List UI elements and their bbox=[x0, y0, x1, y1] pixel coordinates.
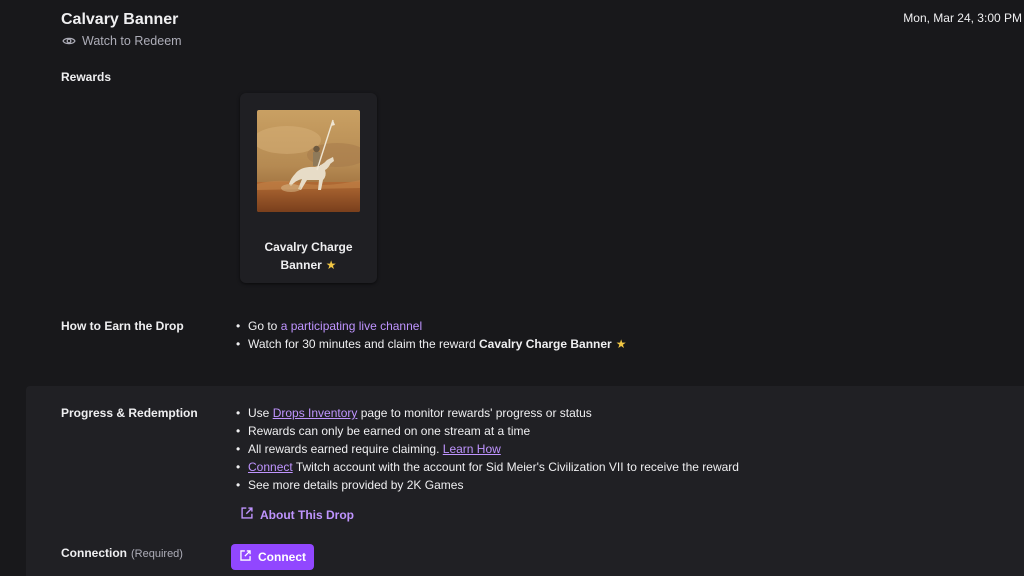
item1-prefix: Use bbox=[248, 406, 273, 420]
connection-title: Connection bbox=[61, 546, 127, 560]
connect-button-label: Connect bbox=[258, 550, 306, 564]
progress-label: Progress & Redemption bbox=[61, 406, 198, 420]
reward-name: Cavalry Charge Banner ★ bbox=[240, 238, 377, 274]
reward-name-line1: Cavalry Charge bbox=[264, 240, 353, 254]
list-item: See more details provided by 2K Games bbox=[234, 476, 739, 494]
reward-card: Cavalry Charge Banner ★ bbox=[240, 93, 377, 283]
drop-details-page: Calvary Banner Watch to Redeem Mon, Mar … bbox=[0, 0, 1024, 576]
drop-datetime: Mon, Mar 24, 3:00 PM bbox=[903, 11, 1022, 25]
item2-text: Rewards can only be earned on one stream… bbox=[248, 424, 531, 438]
list-item: Use Drops Inventory page to monitor rewa… bbox=[234, 404, 739, 422]
watch-to-redeem-label: Watch to Redeem bbox=[82, 34, 182, 48]
how-to-earn-list: Go to a participating live channel Watch… bbox=[234, 317, 627, 353]
about-this-drop-label: About This Drop bbox=[260, 507, 354, 522]
list-item: All rewards earned require claiming. Lea… bbox=[234, 440, 739, 458]
reward-image bbox=[257, 110, 360, 212]
item5-text: See more details provided by 2K Games bbox=[248, 478, 464, 492]
learn-how-link[interactable]: Learn How bbox=[443, 442, 501, 456]
connect-button[interactable]: Connect bbox=[231, 544, 314, 570]
how-to-earn-label: How to Earn the Drop bbox=[61, 319, 184, 333]
external-link-icon bbox=[240, 506, 254, 523]
eye-icon bbox=[62, 34, 76, 48]
list-item: Rewards can only be earned on one stream… bbox=[234, 422, 739, 440]
participating-channel-link[interactable]: a participating live channel bbox=[281, 319, 422, 333]
reward-name-line2: Banner bbox=[280, 258, 322, 272]
step2-prefix: Watch for 30 minutes and claim the rewar… bbox=[248, 337, 479, 351]
required-tag: (Required) bbox=[131, 548, 183, 560]
watch-to-redeem: Watch to Redeem bbox=[62, 34, 182, 48]
star-icon: ★ bbox=[325, 258, 337, 272]
step2-reward-name: Cavalry Charge Banner bbox=[479, 337, 612, 351]
list-item: Watch for 30 minutes and claim the rewar… bbox=[234, 335, 627, 353]
rewards-label: Rewards bbox=[61, 70, 112, 84]
connection-label: Connection (Required) bbox=[61, 546, 183, 560]
about-this-drop-link[interactable]: About This Drop bbox=[240, 506, 354, 523]
list-item: Connect Twitch account with the account … bbox=[234, 458, 739, 476]
list-item: Go to a participating live channel bbox=[234, 317, 627, 335]
star-icon: ★ bbox=[615, 337, 627, 351]
item4-suffix: Twitch account with the account for Sid … bbox=[292, 460, 739, 474]
progress-list: Use Drops Inventory page to monitor rewa… bbox=[234, 404, 739, 494]
step1-prefix: Go to bbox=[248, 319, 281, 333]
external-link-icon bbox=[239, 549, 252, 565]
drops-inventory-link[interactable]: Drops Inventory bbox=[273, 406, 358, 420]
item3-prefix: All rewards earned require claiming. bbox=[248, 442, 443, 456]
item1-suffix: page to monitor rewards' progress or sta… bbox=[357, 406, 592, 420]
page-title: Calvary Banner bbox=[61, 11, 179, 28]
connect-link[interactable]: Connect bbox=[248, 460, 293, 474]
